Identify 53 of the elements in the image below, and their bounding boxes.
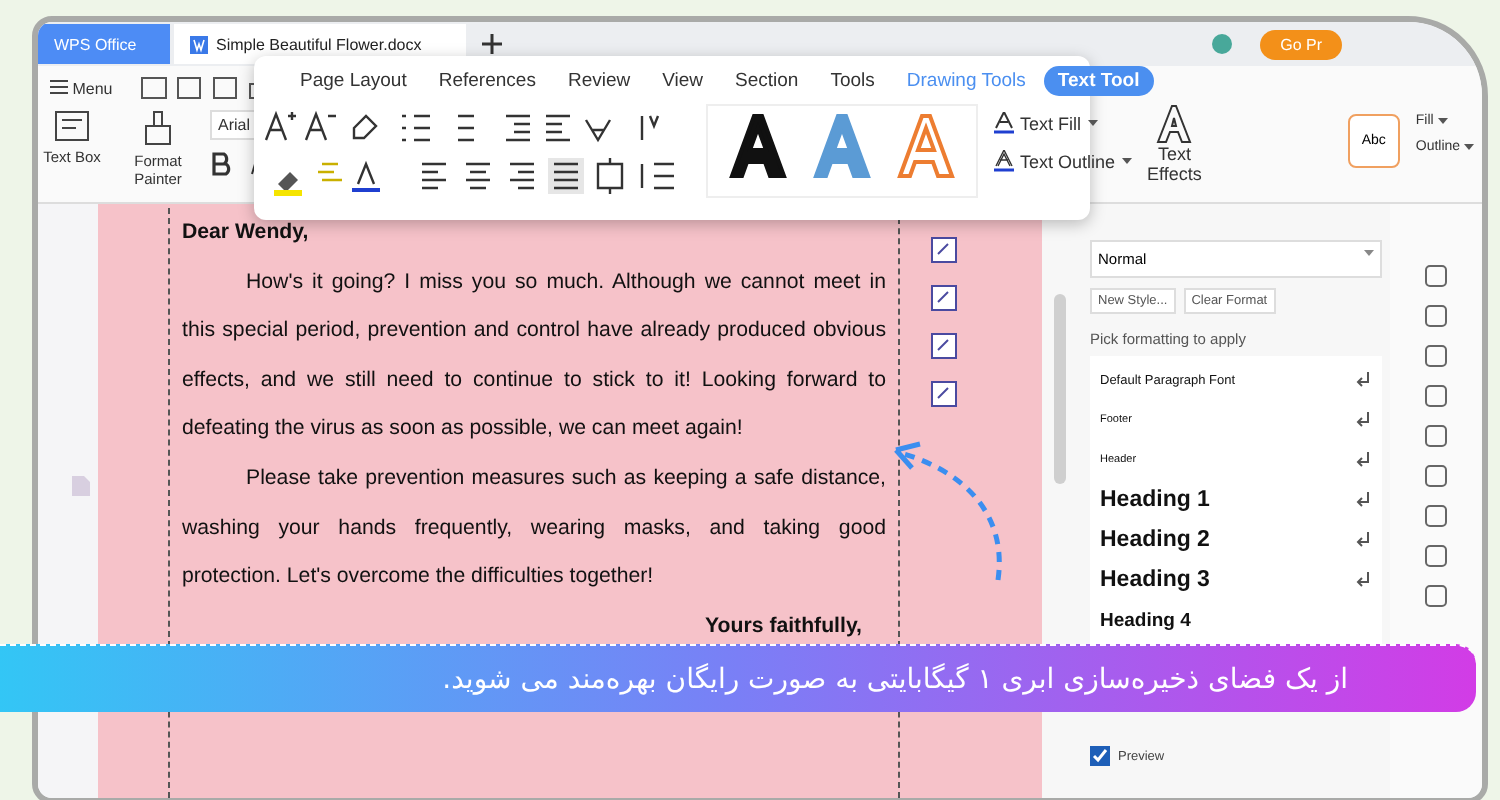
text-effects-icon <box>1154 104 1195 144</box>
ribbon-tab[interactable]: Section <box>721 66 813 96</box>
sidebar-tool-icon[interactable] <box>1424 264 1448 288</box>
closing-line: Yours faithfully, <box>703 611 864 642</box>
text-outline-button[interactable]: Text Outline <box>994 150 1132 172</box>
text-box-icon <box>54 110 90 142</box>
text-effects-button[interactable]: Text Effects <box>1147 104 1202 184</box>
style-item[interactable]: Heading 1 <box>1100 488 1210 512</box>
ribbon-tab[interactable]: Review <box>553 66 645 96</box>
preview-checkbox[interactable] <box>1090 746 1110 766</box>
ribbon-tab[interactable]: Page Layout <box>286 66 421 96</box>
text-fill-button[interactable]: Text Fill <box>994 112 1132 134</box>
paragraph-mark-icon <box>1356 372 1372 388</box>
paragraph-mark-icon <box>1356 492 1372 508</box>
scrollbar[interactable] <box>1054 294 1066 484</box>
sidebar-tool-icon[interactable] <box>1424 544 1448 568</box>
paragraph-mark-icon <box>1356 412 1372 428</box>
layout-tool-icon[interactable] <box>930 236 958 264</box>
banner-text: از یک فضای ذخیره‌سازی ابری ۱ گیگابایتی به صورت رایگان بهره‌مند می شوید. <box>442 663 1348 695</box>
caret-icon <box>1437 118 1448 124</box>
sidebar-tool-icon[interactable] <box>1424 304 1448 328</box>
sidebar-tool-icon[interactable] <box>1424 504 1448 528</box>
sidebar-tool-icon[interactable] <box>1424 424 1448 448</box>
sidebar-tool-icon[interactable] <box>1424 344 1448 368</box>
sidebar-tool-icon[interactable] <box>1424 384 1448 408</box>
ribbon-tab[interactable]: Tools <box>816 66 889 96</box>
greeting: Dear Wendy, <box>182 218 311 248</box>
ribbon-tab[interactable]: View <box>648 66 718 96</box>
layout-tool-icon[interactable] <box>930 380 958 408</box>
brush-icon <box>144 110 172 146</box>
caret-icon <box>1464 144 1474 150</box>
caret-icon <box>1364 250 1374 256</box>
ribbon-tab[interactable]: References <box>424 66 550 96</box>
paragraph: Please take prevention measures such as keeping a safe distance, washing your hands frequently, wearing masks, and taking good protection. Let's overcome the difficulties together! <box>182 463 886 593</box>
paragraph-mark-icon <box>1356 572 1372 588</box>
sidebar-tool-icon[interactable] <box>1424 584 1448 608</box>
new-tab-icon[interactable] <box>482 34 502 54</box>
menu-button[interactable]: Menu <box>38 77 125 99</box>
style-item[interactable]: Heading 3 <box>1100 568 1210 592</box>
layout-tool-icon[interactable] <box>930 332 958 360</box>
document-icon <box>190 35 208 53</box>
layout-tool-icon[interactable] <box>930 284 958 312</box>
text-outline-icon <box>994 150 1014 172</box>
paragraph-mark-icon <box>1356 452 1372 468</box>
paragraph-mark-icon <box>1356 532 1372 548</box>
caret-icon <box>1121 158 1132 164</box>
caret-icon <box>1087 120 1098 126</box>
menu-icon <box>50 79 68 93</box>
style-item[interactable]: Heading 4 <box>1100 609 1191 631</box>
paragraph: How's it going? I miss you so much. Although we cannot meet in this special period, prevention and control have already produced obvious effects, and we still need to continue to stick to it! Looking forward to defeating the virus as soon as possible, we can meet again! <box>182 267 886 445</box>
style-item[interactable]: Heading 2 <box>1100 528 1210 552</box>
sidebar-tool-icon[interactable] <box>1424 464 1448 488</box>
text-fill-icon <box>994 112 1014 134</box>
